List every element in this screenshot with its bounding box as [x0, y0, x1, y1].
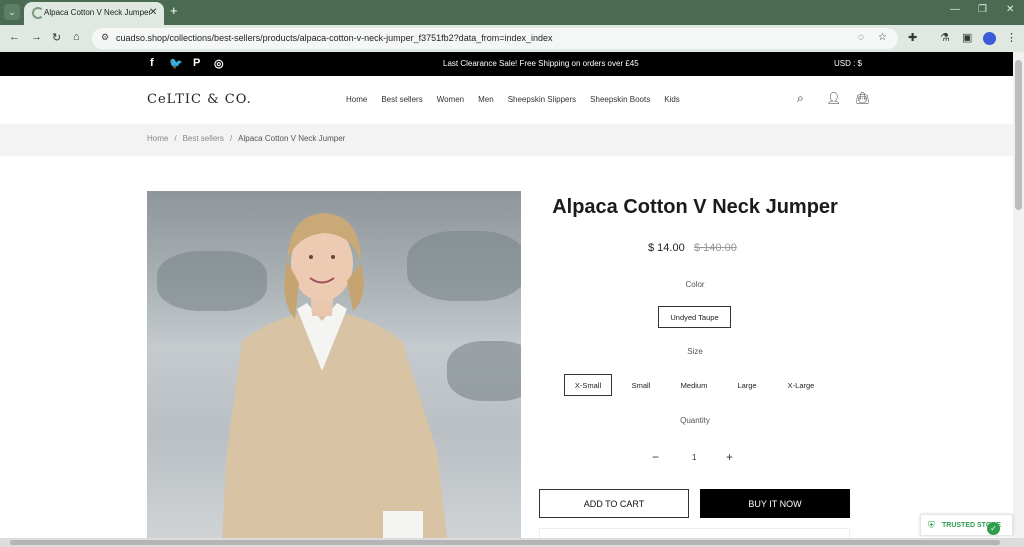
product-price: $ 14.00 [648, 242, 685, 254]
nav-item-home[interactable]: Home [346, 95, 367, 104]
page-viewport: f 🐦 P ◎ Last Clearance Sale! Free Shippi… [0, 52, 1013, 538]
breadcrumb-separator: / [174, 134, 177, 143]
twitter-icon[interactable]: 🐦 [169, 57, 183, 70]
vertical-scrollbar[interactable] [1013, 52, 1024, 538]
nav-item-women[interactable]: Women [437, 95, 464, 104]
quantity-label: Quantity [680, 416, 710, 425]
shield-check-icon: ⛨ [928, 520, 935, 530]
restore-icon[interactable]: ❐ [978, 4, 987, 15]
vertical-scroll-thumb[interactable] [1015, 60, 1022, 210]
profile-avatar-icon[interactable] [983, 32, 996, 45]
tab-close-icon[interactable]: ✕ [149, 7, 157, 18]
size-option-x-large[interactable]: X-Large [778, 374, 824, 396]
forward-icon[interactable]: → [31, 31, 42, 43]
product-image[interactable] [147, 191, 521, 538]
loading-favicon-icon [32, 7, 44, 19]
reload-icon[interactable]: ↻ [52, 31, 61, 44]
back-icon[interactable]: ← [9, 31, 20, 43]
eye-off-icon[interactable]: ◌ [858, 32, 864, 43]
color-label: Color [685, 280, 705, 289]
announcement-text: Last Clearance Sale! Free Shipping on or… [443, 59, 639, 68]
bookmark-star-icon[interactable]: ☆ [878, 32, 887, 43]
extensions-icon[interactable]: ✚ [908, 31, 917, 44]
browser-tab-strip: ⌄ Alpaca Cotton V Neck Jumper ✕ + — ❐ ✕ [0, 0, 1024, 25]
account-icon[interactable]: 👤︎ [826, 91, 841, 105]
tab-title: Alpaca Cotton V Neck Jumper [44, 8, 152, 17]
buy-now-button[interactable]: BUY IT NOW [700, 489, 850, 518]
verified-check-icon: ✓ [987, 522, 1000, 535]
instagram-icon[interactable]: ◎ [214, 57, 224, 70]
trusted-store-badge[interactable]: ⛨ TRUSTED STORE ✓ [920, 514, 1013, 536]
horizontal-scroll-thumb[interactable] [10, 540, 1000, 545]
nav-item-men[interactable]: Men [478, 95, 494, 104]
color-option-undyed-taupe[interactable]: Undyed Taupe [658, 306, 731, 328]
size-option-x-small[interactable]: X-Small [564, 374, 612, 396]
product-extra-box [539, 528, 850, 538]
quantity-value[interactable]: 1 [692, 453, 696, 462]
pinterest-icon[interactable]: P [193, 57, 200, 69]
horizontal-scrollbar[interactable] [0, 538, 1024, 547]
size-option-large[interactable]: Large [728, 374, 766, 396]
breadcrumb-home[interactable]: Home [147, 134, 168, 143]
minus-icon[interactable]: − [652, 450, 659, 464]
model-wearing-jumper [222, 213, 447, 538]
browser-toolbar: ← → ↻ ⌂ ⚙ cuadso.shop/collections/best-s… [0, 25, 1024, 52]
breadcrumb-current: Alpaca Cotton V Neck Jumper [238, 134, 346, 143]
site-header: CeLTIC & CO. Home Best sellers Women Men… [0, 76, 1013, 124]
announcement-bar: f 🐦 P ◎ Last Clearance Sale! Free Shippi… [0, 52, 1013, 76]
product-title: Alpaca Cotton V Neck Jumper [552, 196, 838, 218]
breadcrumb-separator: / [229, 134, 233, 143]
new-tab-button[interactable]: + [170, 3, 178, 18]
size-label: Size [687, 347, 703, 356]
compare-at-price: $ 140.00 [694, 242, 737, 254]
sidepanel-icon[interactable]: ▣ [962, 31, 972, 44]
brand-logo[interactable]: CeLTIC & CO. [147, 92, 252, 107]
minimize-icon[interactable]: — [950, 4, 960, 15]
address-bar[interactable]: ⚙ cuadso.shop/collections/best-sellers/p… [92, 28, 898, 49]
nav-item-best-sellers[interactable]: Best sellers [381, 95, 422, 104]
window-close-icon[interactable]: ✕ [1006, 4, 1014, 15]
home-icon[interactable]: ⌂ [73, 31, 80, 43]
currency-selector[interactable]: USD : $ [834, 59, 862, 68]
facebook-icon[interactable]: f [150, 57, 154, 69]
browser-tab[interactable]: Alpaca Cotton V Neck Jumper ✕ [24, 2, 164, 25]
breadcrumb-collection[interactable]: Best sellers [183, 134, 224, 143]
cart-bag-icon[interactable]: 👜︎ [855, 91, 870, 105]
size-option-small[interactable]: Small [622, 374, 660, 396]
nav-item-sheepskin-boots[interactable]: Sheepskin Boots [590, 95, 650, 104]
plus-icon[interactable]: + [726, 450, 733, 464]
search-icon[interactable]: ⌕ [797, 91, 804, 106]
site-info-icon[interactable]: ⚙ [101, 32, 109, 43]
add-to-cart-button[interactable]: ADD TO CART [539, 489, 689, 518]
nav-item-kids[interactable]: Kids [664, 95, 680, 104]
size-option-medium[interactable]: Medium [672, 374, 716, 396]
tab-search-icon[interactable]: ⌄ [4, 4, 20, 20]
main-nav: Home Best sellers Women Men Sheepskin Sl… [346, 95, 680, 104]
url-text[interactable]: cuadso.shop/collections/best-sellers/pro… [116, 33, 553, 43]
menu-kebab-icon[interactable]: ⋮ [1006, 31, 1017, 44]
breadcrumb: Home / Best sellers / Alpaca Cotton V Ne… [0, 124, 1013, 156]
lab-icon[interactable]: ⚗ [940, 31, 950, 44]
nav-item-sheepskin-slippers[interactable]: Sheepskin Slippers [508, 95, 576, 104]
